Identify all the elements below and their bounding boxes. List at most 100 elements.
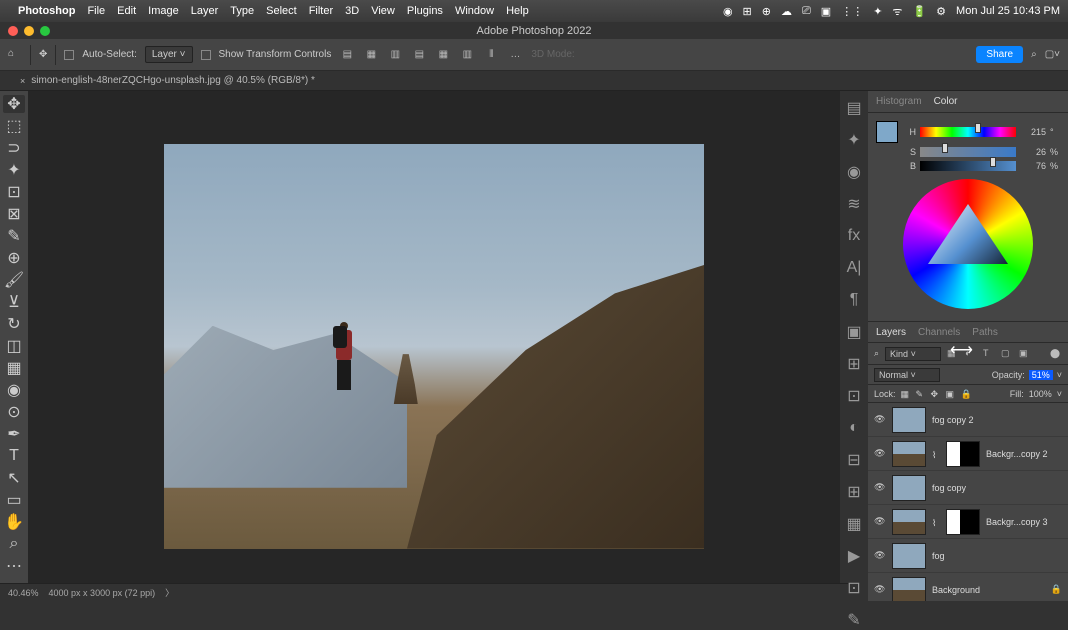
layer-row[interactable]: 👁 Background 🔒 [868,573,1068,601]
layer-thumbnail[interactable] [892,509,926,535]
battery-icon[interactable]: 🔋 [912,5,926,18]
layer-thumbnail[interactable] [892,543,926,569]
layer-thumbnail[interactable] [892,475,926,501]
align-left-icon[interactable]: ▤ [339,47,355,63]
visibility-icon[interactable]: 👁 [874,516,886,528]
blend-mode-dropdown[interactable]: Normal ˅ [874,368,940,382]
sat-value[interactable]: 26 [1020,147,1046,157]
filter-adjust-icon[interactable]: ◐ [965,348,977,360]
filter-type-icon[interactable]: T [983,348,995,360]
control-center-icon[interactable]: ⚙ [936,5,946,18]
close-button[interactable] [8,26,18,36]
layer-row[interactable]: 👁 ⌇ Backgr...copy 2 [868,437,1068,471]
dock-icon[interactable]: ✦ [845,131,863,149]
status-icon[interactable]: ☁ [781,5,792,18]
align-center-icon[interactable]: ▦ [363,47,379,63]
align-bottom-icon[interactable]: ▥ [459,47,475,63]
filter-toggle-icon[interactable]: ⬤ [1050,348,1062,360]
status-icon[interactable]: ✦ [873,5,882,18]
dock-icon[interactable]: ◐ [845,419,863,437]
menu-window[interactable]: Window [455,5,494,17]
lock-pixels-icon[interactable]: ✎ [916,389,926,399]
layer-thumbnail[interactable] [892,441,926,467]
menu-help[interactable]: Help [506,5,529,17]
dock-icon[interactable]: ◉ [845,163,863,181]
menu-file[interactable]: File [87,5,105,17]
crop-tool[interactable]: ⊡ [3,183,25,201]
opacity-dropdown-icon[interactable]: ˅ [1057,370,1062,380]
zoom-level[interactable]: 40.46% [8,588,39,598]
search-icon[interactable]: ⌕ [874,348,879,359]
stamp-tool[interactable]: ⊻ [3,293,25,311]
histogram-tab[interactable]: Histogram [876,96,922,107]
hue-slider[interactable] [920,127,1016,137]
dock-icon[interactable]: ⊡ [845,387,863,405]
menu-select[interactable]: Select [266,5,297,17]
menu-type[interactable]: Type [230,5,254,17]
layer-row[interactable]: 👁 fog copy 2 [868,403,1068,437]
lock-artboard-icon[interactable]: ▣ [946,389,956,399]
dock-icon[interactable]: ▶ [845,547,863,565]
close-tab-icon[interactable]: × [20,76,25,86]
layer-mask-thumbnail[interactable] [946,509,980,535]
filter-pixel-icon[interactable]: ▦ [947,348,959,360]
layer-row[interactable]: 👁 fog copy [868,471,1068,505]
layer-name[interactable]: fog copy [932,483,966,493]
document-dims[interactable]: 4000 px x 3000 px (72 ppi) [49,588,156,598]
menu-edit[interactable]: Edit [117,5,136,17]
lasso-tool[interactable]: ⊃ [3,139,25,157]
type-tool[interactable]: T [3,447,25,465]
brush-tool[interactable]: 🖌 [3,271,25,289]
status-icon[interactable]: ⊞ [743,5,752,18]
frame-tool[interactable]: ⊠ [3,205,25,223]
menu-plugins[interactable]: Plugins [407,5,443,17]
visibility-icon[interactable]: 👁 [874,414,886,426]
menu-image[interactable]: Image [148,5,179,17]
status-icon[interactable]: ▣ [821,5,831,18]
status-icon[interactable]: ⊕ [762,5,771,18]
pen-tool[interactable]: ✒ [3,425,25,443]
color-swatch[interactable] [876,121,898,143]
align-middle-icon[interactable]: ▦ [435,47,451,63]
paths-tab[interactable]: Paths [972,327,998,338]
dock-icon[interactable]: ≋ [845,195,863,213]
fill-dropdown-icon[interactable]: ˅ [1057,389,1062,399]
gradient-tool[interactable]: ▦ [3,359,25,377]
dock-icon[interactable]: ✎ [845,611,863,629]
layer-row[interactable]: 👁 ⌇ Backgr...copy 3 [868,505,1068,539]
app-name[interactable]: Photoshop [18,5,75,17]
layer-row[interactable]: 👁 fog [868,539,1068,573]
layer-name[interactable]: Backgr...copy 2 [986,449,1048,459]
lock-transparency-icon[interactable]: ▦ [901,389,911,399]
dock-icon[interactable]: A| [845,259,863,277]
move-tool[interactable]: ✥ [3,95,25,113]
transform-checkbox[interactable] [201,50,211,60]
layers-tab[interactable]: Layers [876,327,906,338]
lock-position-icon[interactable]: ✥ [931,389,941,399]
dock-icon[interactable]: ⊞ [845,483,863,501]
path-tool[interactable]: ↖ [3,469,25,487]
link-icon[interactable]: ⌇ [932,518,940,526]
clock[interactable]: Mon Jul 25 10:43 PM [956,5,1060,17]
dock-icon[interactable]: ⊞ [845,355,863,373]
hand-tool[interactable]: ✋ [3,513,25,531]
zoom-tool[interactable]: ⌕ [3,535,25,553]
dock-icon[interactable]: ▣ [845,323,863,341]
move-tool-icon[interactable]: ✥ [39,49,47,60]
lock-all-icon[interactable]: 🔒 [961,389,971,399]
workspace-icon[interactable]: ▢˅ [1045,49,1060,60]
visibility-icon[interactable]: 👁 [874,550,886,562]
dock-icon[interactable]: ▦ [845,515,863,533]
color-wheel[interactable] [903,179,1033,309]
status-icon[interactable]: ⎚ [802,5,811,18]
status-icon[interactable]: ◉ [723,5,733,18]
visibility-icon[interactable]: 👁 [874,482,886,494]
opacity-value[interactable]: 51% [1029,370,1053,380]
filter-shape-icon[interactable]: ▢ [1001,348,1013,360]
sat-slider[interactable] [920,147,1016,157]
marquee-tool[interactable]: ⬚ [3,117,25,135]
share-button[interactable]: Share [976,46,1023,63]
menu-filter[interactable]: Filter [309,5,333,17]
menu-view[interactable]: View [371,5,395,17]
minimize-button[interactable] [24,26,34,36]
